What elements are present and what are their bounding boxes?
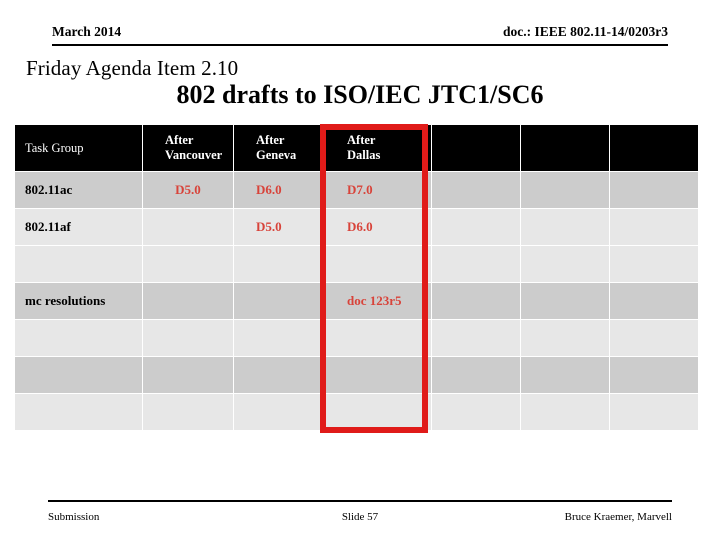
- column-header-line1: After: [165, 133, 194, 147]
- cell-after-vancouver: [143, 246, 233, 282]
- cell-after-vancouver: [143, 357, 233, 393]
- cell-blank-7: [610, 320, 698, 356]
- table-row: 802.11ac D5.0 D6.0 D7.0: [15, 172, 698, 208]
- table-row: 802.11af D5.0 D6.0: [15, 209, 698, 245]
- column-header-line1: After: [256, 133, 285, 147]
- cell-task-group: [15, 246, 142, 282]
- cell-after-dallas: [325, 320, 431, 356]
- cell-task-group: [15, 394, 142, 430]
- cell-task-group: 802.11af: [15, 209, 142, 245]
- cell-task-group: mc resolutions: [15, 283, 142, 319]
- cell-blank-7: [610, 394, 698, 430]
- cell-blank-7: [610, 209, 698, 245]
- column-header-blank-6: [521, 125, 609, 171]
- cell-after-geneva: D5.0: [234, 209, 324, 245]
- cell-blank-6: [521, 394, 609, 430]
- cell-blank-6: [521, 283, 609, 319]
- column-header-after-dallas: After Dallas: [325, 125, 431, 171]
- table-row: [15, 357, 698, 393]
- cell-blank-6: [521, 357, 609, 393]
- cell-after-dallas: D7.0: [325, 172, 431, 208]
- cell-after-dallas: [325, 246, 431, 282]
- cell-blank-7: [610, 283, 698, 319]
- cell-after-dallas: doc 123r5: [325, 283, 431, 319]
- drafts-status-table: Task Group After Vancouver After Geneva …: [14, 124, 699, 431]
- table-row: [15, 394, 698, 430]
- cell-task-group: [15, 357, 142, 393]
- cell-blank-7: [610, 246, 698, 282]
- cell-after-geneva: [234, 394, 324, 430]
- cell-blank-6: [521, 172, 609, 208]
- cell-after-vancouver: [143, 394, 233, 430]
- cell-blank-6: [521, 246, 609, 282]
- slide-number: Slide 57: [341, 511, 379, 523]
- cell-after-vancouver: D5.0: [143, 172, 233, 208]
- footer-author: Bruce Kraemer, Marvell: [564, 511, 672, 523]
- cell-after-dallas: [325, 394, 431, 430]
- footer-submission-label: Submission: [48, 511, 100, 523]
- column-header-line2: Geneva: [256, 148, 297, 162]
- column-header-line2: Dallas: [347, 148, 381, 162]
- column-header-blank-7: [610, 125, 698, 171]
- footer-divider: [48, 500, 672, 502]
- cell-blank-5: [432, 246, 520, 282]
- header-document-id: doc.: IEEE 802.11-14/0203r3: [502, 24, 668, 39]
- cell-after-vancouver: [143, 320, 233, 356]
- cell-after-vancouver: [143, 209, 233, 245]
- cell-task-group: [15, 320, 142, 356]
- cell-blank-6: [521, 320, 609, 356]
- cell-after-geneva: [234, 320, 324, 356]
- cell-after-geneva: D6.0: [234, 172, 324, 208]
- cell-blank-7: [610, 357, 698, 393]
- cell-after-geneva: [234, 283, 324, 319]
- table-row: [15, 320, 698, 356]
- cell-blank-5: [432, 283, 520, 319]
- agenda-item-label: Friday Agenda Item 2.10: [26, 56, 239, 80]
- cell-blank-5: [432, 357, 520, 393]
- column-header-line2: Vancouver: [165, 148, 223, 162]
- column-header-task-group: Task Group: [15, 125, 142, 171]
- cell-after-vancouver: [143, 283, 233, 319]
- cell-blank-5: [432, 394, 520, 430]
- cell-blank-7: [610, 172, 698, 208]
- header-date: March 2014: [52, 24, 122, 39]
- cell-blank-5: [432, 320, 520, 356]
- cell-after-dallas: [325, 357, 431, 393]
- slide-footer: Submission Slide 57 Bruce Kraemer, Marve…: [48, 500, 672, 530]
- page-title: 802 drafts to ISO/IEC JTC1/SC6: [176, 80, 544, 109]
- cell-after-dallas: D6.0: [325, 209, 431, 245]
- column-header-after-vancouver: After Vancouver: [143, 125, 233, 171]
- cell-blank-5: [432, 209, 520, 245]
- table-row: [15, 246, 698, 282]
- table-row: mc resolutions doc 123r5: [15, 283, 698, 319]
- column-header-blank-5: [432, 125, 520, 171]
- cell-blank-5: [432, 172, 520, 208]
- cell-after-geneva: [234, 246, 324, 282]
- cell-task-group: 802.11ac: [15, 172, 142, 208]
- column-header-line1: After: [347, 133, 376, 147]
- header-divider: [52, 44, 668, 46]
- slide-header: March 2014 doc.: IEEE 802.11-14/0203r3: [52, 24, 668, 50]
- table-header-row: Task Group After Vancouver After Geneva …: [15, 125, 698, 171]
- column-header-after-geneva: After Geneva: [234, 125, 324, 171]
- cell-blank-6: [521, 209, 609, 245]
- cell-after-geneva: [234, 357, 324, 393]
